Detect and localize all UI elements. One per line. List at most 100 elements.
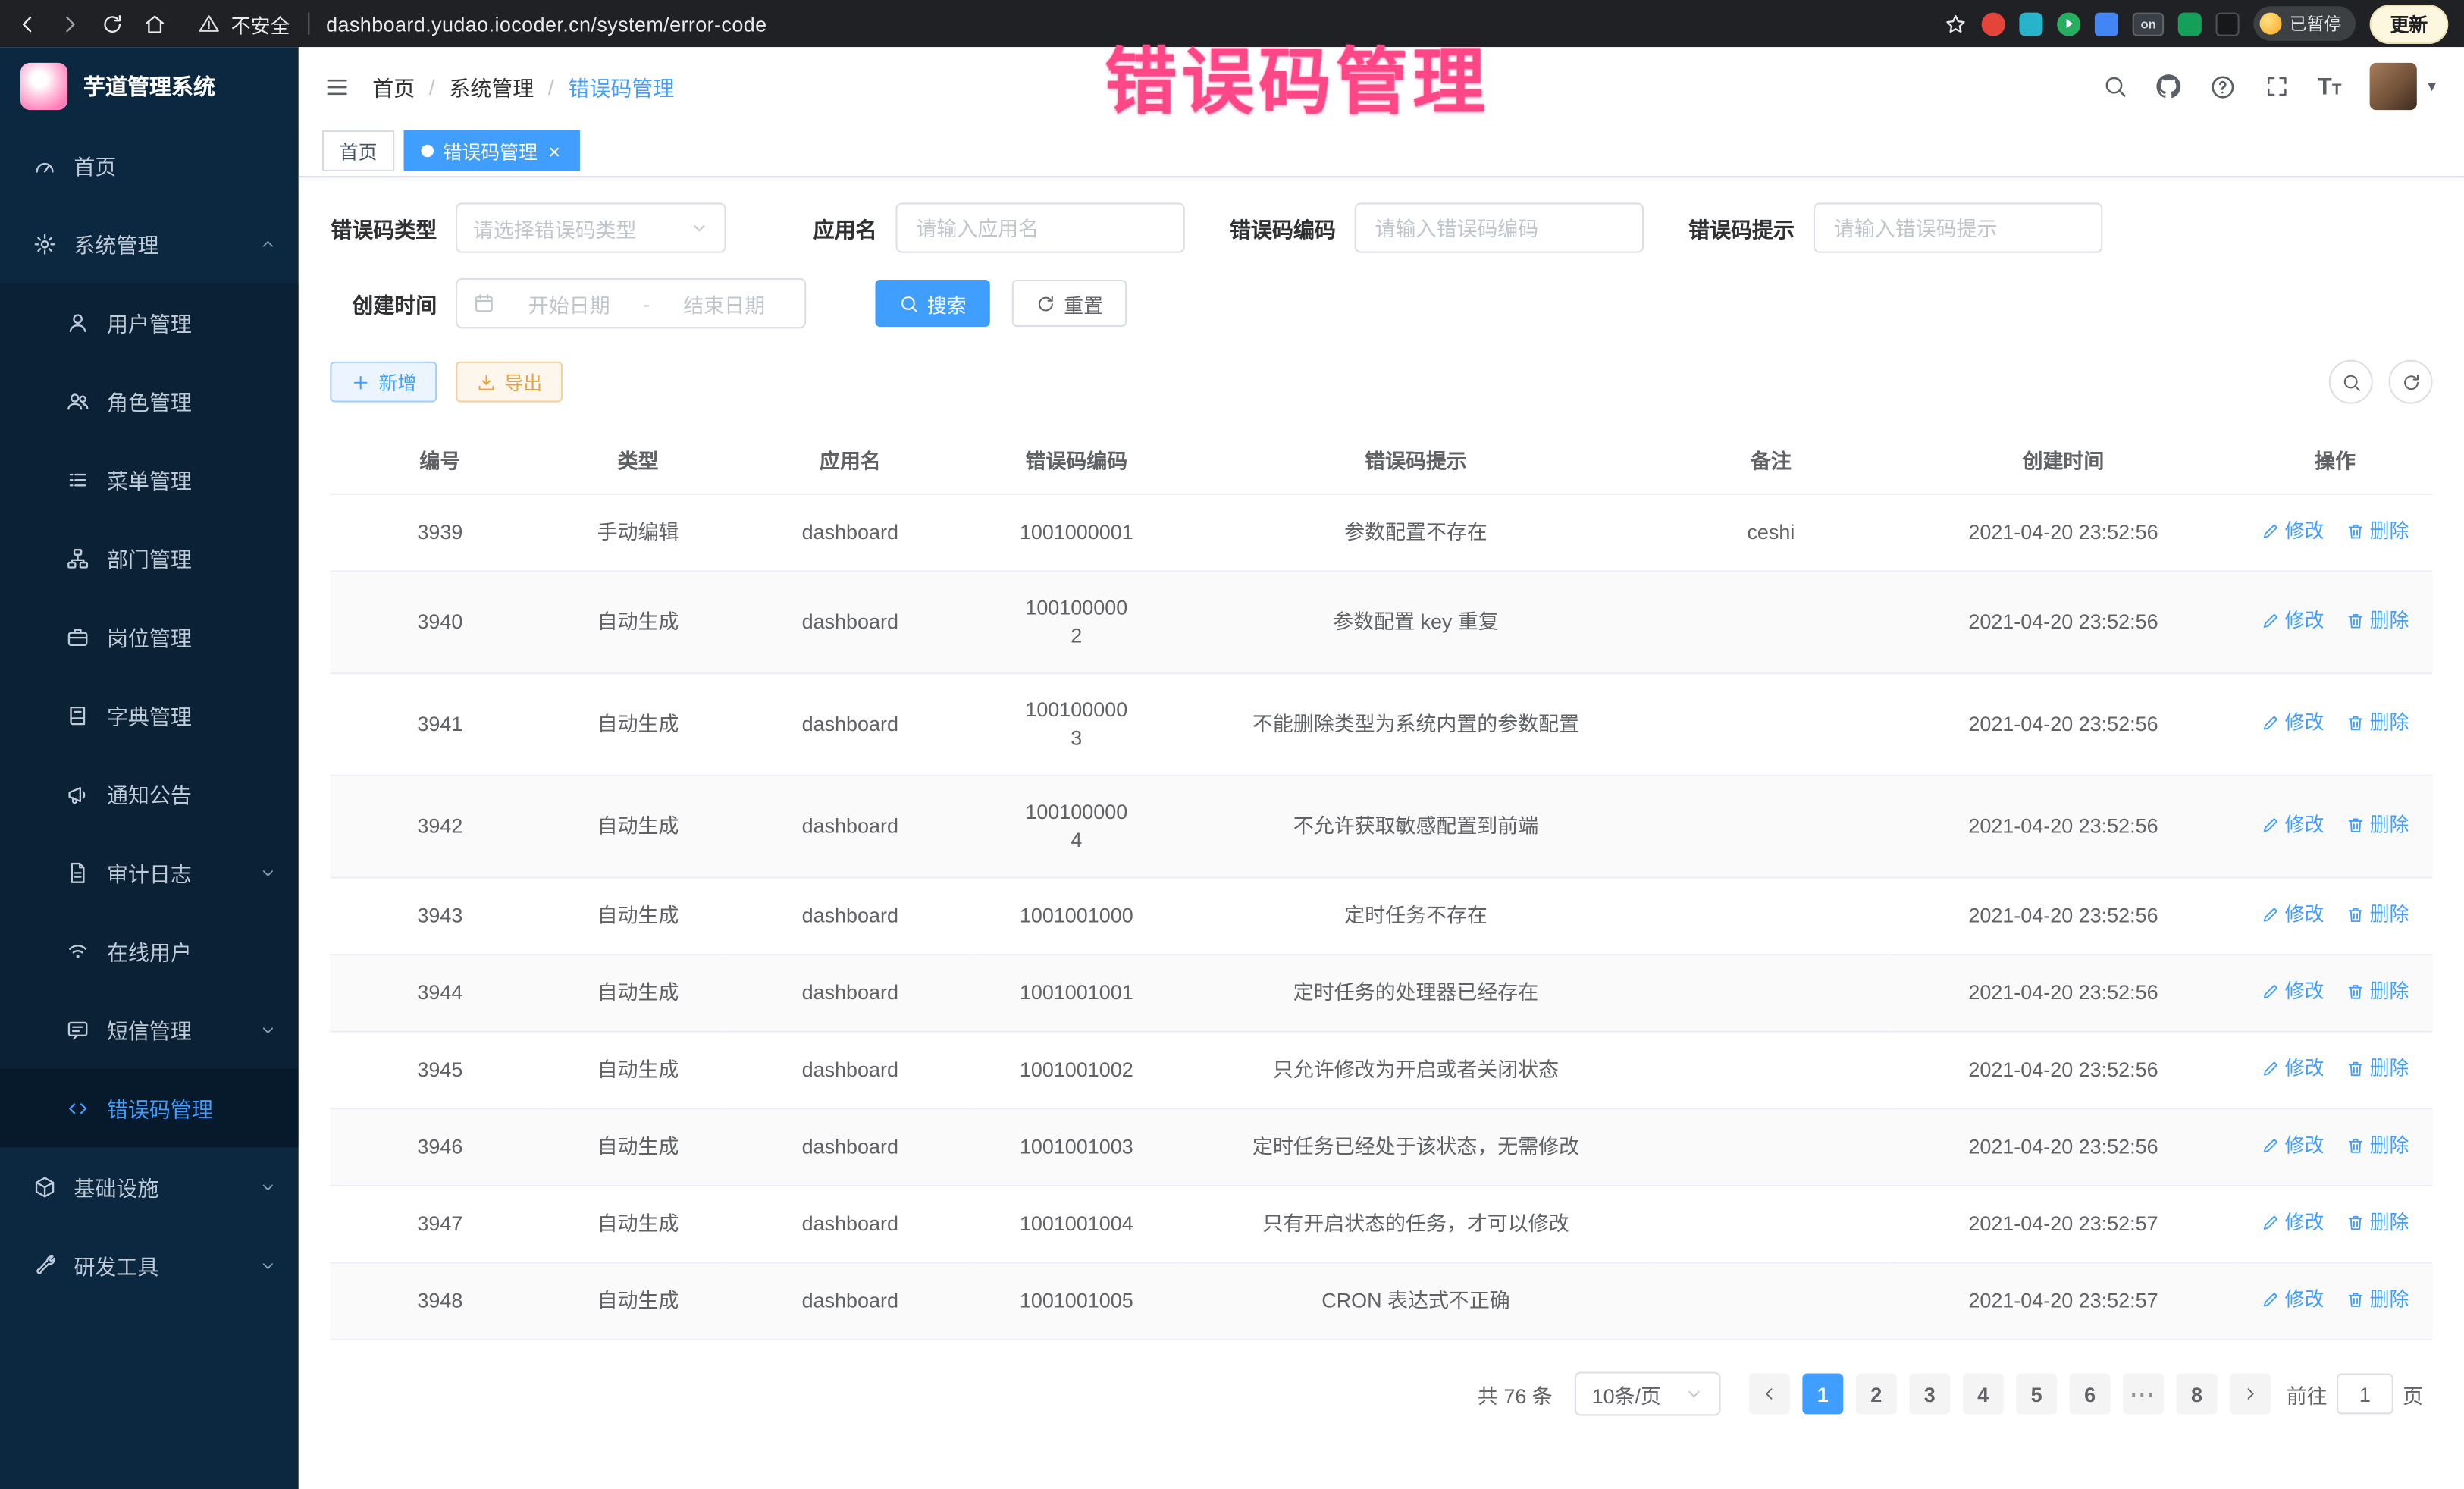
cell-remark — [1653, 673, 1889, 776]
delete-icon — [2346, 1290, 2365, 1309]
delete-link[interactable]: 删除 — [2346, 607, 2409, 635]
breadcrumb-item[interactable]: 首页 — [372, 71, 415, 102]
app-name-input[interactable] — [895, 202, 1184, 252]
cell-remark — [1653, 571, 1889, 673]
cell-id: 3947 — [330, 1186, 550, 1263]
sidebar-item-menu-mgmt[interactable]: 菜单管理 — [0, 440, 299, 519]
create-time-range-picker[interactable]: 开始日期 - 结束日期 — [456, 278, 806, 328]
pagination-page-4[interactable]: 4 — [1963, 1374, 2004, 1415]
extension-icon[interactable] — [2020, 12, 2043, 36]
delete-link[interactable]: 删除 — [2346, 811, 2409, 839]
browser-back-icon[interactable] — [16, 12, 39, 36]
delete-link[interactable]: 删除 — [2346, 1285, 2409, 1313]
edit-link[interactable]: 修改 — [2262, 517, 2324, 545]
tab-error-code-mgmt[interactable]: 错误码管理× — [404, 130, 579, 171]
sidebar-item-notice-mgmt[interactable]: 通知公告 — [0, 754, 299, 833]
table-header-row: 编号类型应用名错误码编码错误码提示备注创建时间操作 — [330, 426, 2432, 494]
extension-icon[interactable] — [2058, 12, 2081, 36]
org-icon — [66, 546, 89, 569]
delete-link[interactable]: 删除 — [2346, 1208, 2409, 1237]
hamburger-icon[interactable] — [324, 73, 350, 99]
font-size-icon[interactable]: TT — [2318, 74, 2342, 98]
edit-link[interactable]: 修改 — [2262, 709, 2324, 737]
sidebar-item-role-mgmt[interactable]: 角色管理 — [0, 362, 299, 440]
extension-icon[interactable] — [2095, 12, 2118, 36]
sidebar-item-online-users[interactable]: 在线用户 — [0, 911, 299, 990]
edit-link[interactable]: 修改 — [2262, 1131, 2324, 1159]
delete-link[interactable]: 删除 — [2346, 517, 2409, 545]
sidebar-item-post-mgmt[interactable]: 岗位管理 — [0, 597, 299, 676]
extension-icon[interactable] — [2178, 12, 2202, 36]
add-button[interactable]: 新增 — [330, 362, 437, 403]
book-icon — [66, 704, 89, 727]
tab-home[interactable]: 首页 — [322, 130, 394, 171]
cell-actions: 修改删除 — [2238, 1186, 2433, 1263]
sidebar-item-dev-tools[interactable]: 研发工具 — [0, 1226, 299, 1305]
user-menu[interactable]: ▼ — [2370, 63, 2439, 110]
edit-link[interactable]: 修改 — [2262, 1055, 2324, 1083]
address-divider — [307, 13, 309, 35]
browser-reload-icon[interactable] — [101, 12, 124, 36]
fullscreen-icon[interactable] — [2264, 74, 2289, 99]
export-button[interactable]: 导出 — [456, 362, 563, 403]
sidebar-item-label: 基础设施 — [74, 1171, 158, 1202]
pagination-page-1[interactable]: 1 — [1802, 1374, 1843, 1415]
edit-link[interactable]: 修改 — [2262, 1208, 2324, 1237]
sidebar-item-system-mgmt[interactable]: 系统管理 — [0, 204, 299, 283]
sidebar-item-audit-log[interactable]: 审计日志 — [0, 833, 299, 912]
next-page-button[interactable] — [2230, 1374, 2271, 1415]
sidebar-item-error-code-mgmt[interactable]: 错误码管理 — [0, 1068, 299, 1147]
edit-link[interactable]: 修改 — [2262, 977, 2324, 1005]
delete-link[interactable]: 删除 — [2346, 977, 2409, 1005]
extension-icon[interactable] — [1982, 12, 2005, 36]
browser-forward-icon[interactable] — [58, 12, 82, 36]
pagination-page-5[interactable]: 5 — [2016, 1374, 2057, 1415]
close-icon[interactable]: × — [547, 141, 562, 161]
prev-page-button[interactable] — [1749, 1374, 1790, 1415]
error-type-select[interactable]: 请选择错误码类型 — [456, 202, 726, 252]
sidebar-item-infrastructure[interactable]: 基础设施 — [0, 1147, 299, 1226]
delete-link[interactable]: 删除 — [2346, 1131, 2409, 1159]
edit-link[interactable]: 修改 — [2262, 811, 2324, 839]
pagination-more[interactable]: ··· — [2123, 1374, 2164, 1415]
puzzle-extension-icon[interactable] — [2215, 12, 2239, 36]
cell-code: 1001001005 — [974, 1262, 1178, 1340]
pagination-page-2[interactable]: 2 — [1856, 1374, 1897, 1415]
page-size-value: 10条/页 — [1592, 1379, 1685, 1409]
sidebar-item-dict-mgmt[interactable]: 字典管理 — [0, 676, 299, 754]
address-bar[interactable]: 不安全 dashboard.yudao.iocoder.cn/system/er… — [198, 8, 766, 38]
paused-badge[interactable]: 已暂停 — [2253, 6, 2356, 41]
edit-link[interactable]: 修改 — [2262, 607, 2324, 635]
sidebar-item-dept-mgmt[interactable]: 部门管理 — [0, 519, 299, 597]
breadcrumb-item[interactable]: 系统管理 — [449, 71, 534, 102]
delete-link[interactable]: 删除 — [2346, 901, 2409, 929]
extension-icon[interactable]: on — [2133, 12, 2164, 36]
delete-link[interactable]: 删除 — [2346, 709, 2409, 737]
code-icon — [66, 1096, 89, 1120]
toggle-search-button[interactable] — [2329, 360, 2373, 404]
page-size-select[interactable]: 10条/页 — [1575, 1371, 1721, 1415]
delete-link[interactable]: 删除 — [2346, 1055, 2409, 1083]
pagination-page-3[interactable]: 3 — [1909, 1374, 1950, 1415]
search-button[interactable]: 搜索 — [875, 280, 989, 327]
browser-home-icon[interactable] — [143, 12, 167, 36]
error-msg-input[interactable] — [1814, 202, 2102, 252]
update-button[interactable]: 更新 — [2370, 4, 2449, 43]
github-icon[interactable] — [2155, 74, 2180, 99]
sidebar-item-sms-mgmt[interactable]: 短信管理 — [0, 990, 299, 1069]
edit-link[interactable]: 修改 — [2262, 901, 2324, 929]
cell-time: 2021-04-20 23:52:56 — [1889, 494, 2237, 572]
sidebar-item-user-mgmt[interactable]: 用户管理 — [0, 283, 299, 362]
goto-page-input[interactable] — [2337, 1374, 2393, 1415]
app-logo[interactable]: 芋道管理系统 — [0, 47, 299, 126]
pagination-page-8[interactable]: 8 — [2177, 1374, 2218, 1415]
pagination-page-6[interactable]: 6 — [2070, 1374, 2111, 1415]
edit-link[interactable]: 修改 — [2262, 1285, 2324, 1313]
search-icon[interactable] — [2102, 74, 2127, 99]
bookmark-star-icon[interactable] — [1944, 12, 1967, 36]
error-code-input[interactable] — [1355, 202, 1644, 252]
help-icon[interactable] — [2209, 73, 2236, 99]
refresh-table-button[interactable] — [2389, 360, 2433, 404]
reset-button[interactable]: 重置 — [1012, 280, 1127, 327]
sidebar-item-home[interactable]: 首页 — [0, 126, 299, 205]
